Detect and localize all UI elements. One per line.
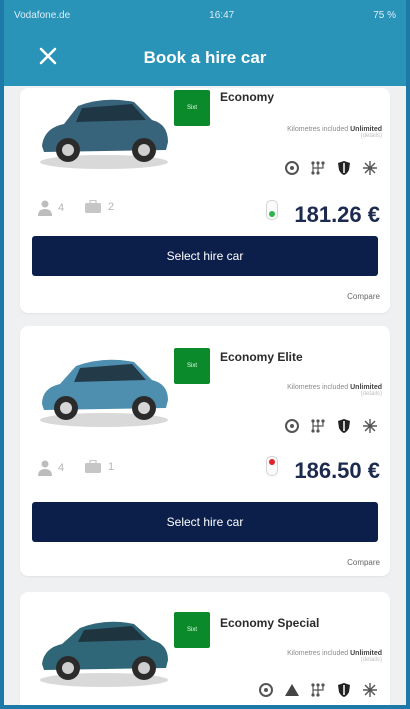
mileage-value: Unlimited xyxy=(350,650,382,657)
compare-link[interactable]: Compare xyxy=(347,558,380,567)
price: 186.50 € xyxy=(294,458,380,483)
luggage-count: 2 xyxy=(108,201,115,213)
supplier-logo: Sixt xyxy=(174,612,210,648)
status-bar: Vodafone.de 16:47 75 % xyxy=(4,0,406,30)
luggage-capacity: 1 xyxy=(84,460,114,474)
mileage-details: (details) xyxy=(360,391,382,397)
battery-label: 75 % xyxy=(373,9,396,21)
car-category-name: Economy xyxy=(220,90,275,104)
mileage-details: (details) xyxy=(360,657,382,663)
carrier-label: Vodafone.de xyxy=(14,9,71,21)
mileage-info: Kilometres included Unlimited (details) xyxy=(287,384,382,397)
car-image xyxy=(40,99,168,169)
mileage-info: Kilometres included Unlimited (details) xyxy=(287,126,382,139)
car-card: Sixt Economy Kilometres included Unlimit… xyxy=(20,88,390,313)
passenger-count: 4 xyxy=(58,202,65,214)
luggage-count: 1 xyxy=(108,461,115,473)
price: 181.26 € xyxy=(294,202,380,227)
person-icon xyxy=(38,460,52,476)
supplier-logo: Sixt xyxy=(174,348,210,384)
mileage-details: (details) xyxy=(360,133,382,139)
mileage-label: Kilometres included xyxy=(287,126,349,133)
safety-icon xyxy=(338,683,350,697)
select-hire-car-button[interactable]: Select hire car xyxy=(32,236,378,276)
level-dot xyxy=(269,459,275,465)
car-category-name: Economy Elite xyxy=(220,350,303,364)
fuel-level-indicator xyxy=(266,200,278,220)
feature-icons xyxy=(284,418,378,434)
close-icon[interactable] xyxy=(36,44,60,68)
feature-icons xyxy=(258,682,378,698)
warning-icon xyxy=(285,684,299,696)
passenger-capacity: 4 xyxy=(38,460,64,476)
manual-gearbox-icon xyxy=(311,161,325,175)
person-icon xyxy=(38,200,52,216)
gps-icon xyxy=(285,161,299,175)
compare-link[interactable]: Compare xyxy=(347,292,380,301)
air-conditioning-icon xyxy=(363,419,377,433)
mileage-label: Kilometres included xyxy=(287,384,349,391)
manual-gearbox-icon xyxy=(311,419,325,433)
car-image xyxy=(40,621,168,687)
gps-icon xyxy=(285,419,299,433)
air-conditioning-icon xyxy=(363,683,377,697)
mileage-info: Kilometres included Unlimited (details) xyxy=(287,650,382,663)
mileage-label: Kilometres included xyxy=(287,650,349,657)
passenger-count: 4 xyxy=(58,462,65,474)
level-dot xyxy=(269,211,275,217)
mileage-value: Unlimited xyxy=(350,384,382,391)
supplier-logo: Sixt xyxy=(174,90,210,126)
app-frame: Vodafone.de 16:47 75 % Book a hire car S… xyxy=(0,0,410,709)
page-title: Book a hire car xyxy=(143,48,267,67)
luggage-capacity: 2 xyxy=(84,200,114,214)
fuel-level-indicator xyxy=(266,456,278,476)
manual-gearbox-icon xyxy=(311,683,325,697)
header-bar: Book a hire car xyxy=(4,30,406,86)
car-card: Sixt Economy Elite Kilometres included U… xyxy=(20,326,390,576)
clock: 16:47 xyxy=(209,9,235,21)
passenger-capacity: 4 xyxy=(38,200,64,216)
car-card: Sixt Economy Special Kilometres included… xyxy=(20,592,390,705)
air-conditioning-icon xyxy=(363,161,377,175)
feature-icons xyxy=(284,160,378,176)
select-hire-car-button[interactable]: Select hire car xyxy=(32,502,378,542)
safety-icon xyxy=(338,419,350,433)
luggage-icon xyxy=(85,460,101,473)
gps-icon xyxy=(259,683,273,697)
luggage-icon xyxy=(85,200,101,213)
car-image xyxy=(40,359,168,427)
safety-icon xyxy=(338,161,350,175)
car-category-name: Economy Special xyxy=(220,616,320,630)
results-list[interactable]: Sixt Economy Kilometres included Unlimit… xyxy=(8,86,402,705)
mileage-value: Unlimited xyxy=(350,126,382,133)
